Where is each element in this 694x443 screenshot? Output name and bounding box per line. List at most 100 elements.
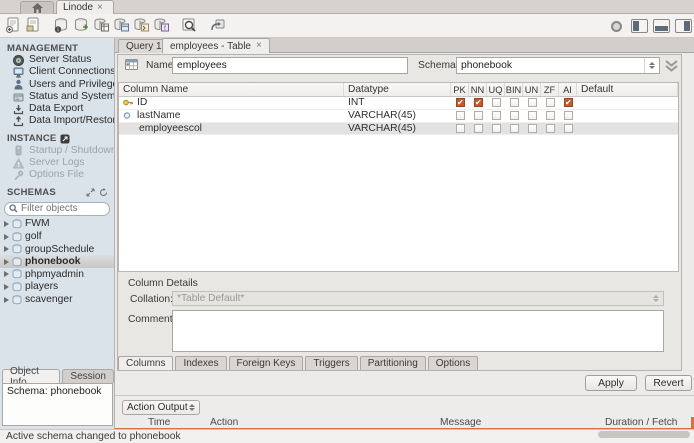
expander-icon[interactable] <box>4 271 9 278</box>
tab-session[interactable]: Session <box>62 369 114 383</box>
expander-icon[interactable] <box>4 220 9 227</box>
reconnect-database-icon[interactable] <box>208 16 227 35</box>
col-header-nn[interactable]: NN <box>469 83 487 96</box>
col-header-column-name[interactable]: Column Name <box>119 83 344 96</box>
open-sql-script-icon[interactable] <box>24 16 43 35</box>
table-row-lastname[interactable]: lastName VARCHAR(45) <box>119 110 678 123</box>
pk-checkbox[interactable] <box>455 123 465 133</box>
tab-foreign-keys[interactable]: Foreign Keys <box>228 356 304 370</box>
table-row-employeescol[interactable]: employeescol VARCHAR(45) <box>119 122 678 136</box>
schema-item-players[interactable]: players <box>0 281 114 294</box>
col-header-ai[interactable]: AI <box>559 83 577 96</box>
server-logs-icon <box>13 157 24 169</box>
bin-checkbox[interactable] <box>509 98 519 108</box>
tab-partitioning[interactable]: Partitioning <box>359 356 426 370</box>
create-function-icon[interactable]: f <box>152 16 171 35</box>
collapse-header-chevron-icon[interactable] <box>663 59 680 74</box>
collation-select[interactable]: *Table Default* <box>172 291 664 306</box>
bin-checkbox[interactable] <box>509 111 519 121</box>
expand-schemas-icon[interactable] <box>86 188 95 197</box>
refresh-schemas-icon[interactable] <box>99 188 108 197</box>
tab-object-info[interactable]: Object Info <box>2 366 61 388</box>
zf-checkbox[interactable] <box>545 123 555 133</box>
schema-item-groupschedule[interactable]: groupSchedule <box>0 243 114 256</box>
col-header-default[interactable]: Default <box>577 83 678 96</box>
tab-employees-table[interactable]: employees - Table × <box>162 38 270 53</box>
table-row-id[interactable]: ID INT <box>119 97 678 110</box>
un-checkbox[interactable] <box>527 98 537 108</box>
un-checkbox[interactable] <box>527 123 537 133</box>
comment-textarea[interactable] <box>172 310 664 352</box>
pk-checkbox[interactable] <box>455 98 465 108</box>
nn-checkbox[interactable] <box>473 123 483 133</box>
horizontal-scrollbar-thumb[interactable] <box>598 431 690 438</box>
sidebar-item-client-connections[interactable]: Client Connections <box>0 66 114 78</box>
zf-checkbox[interactable] <box>545 98 555 108</box>
schema-item-golf[interactable]: golf <box>0 230 114 243</box>
close-icon[interactable]: × <box>97 2 103 13</box>
sidebar-item-server-logs[interactable]: Server Logs <box>0 157 114 169</box>
expander-icon[interactable] <box>4 246 9 253</box>
col-header-duration-fetch[interactable]: Duration / Fetch <box>605 418 677 428</box>
tab-triggers[interactable]: Triggers <box>305 356 358 370</box>
un-checkbox[interactable] <box>527 111 537 121</box>
table-name-input[interactable] <box>172 57 408 74</box>
toggle-left-sidebar-button[interactable] <box>631 19 648 33</box>
tab-indexes[interactable]: Indexes <box>175 356 227 370</box>
col-header-time[interactable]: Time <box>148 418 170 428</box>
tab-columns[interactable]: Columns <box>118 356 174 370</box>
uq-checkbox[interactable] <box>491 123 501 133</box>
uq-checkbox[interactable] <box>491 98 501 108</box>
create-schema-icon[interactable] <box>72 16 91 35</box>
create-table-icon[interactable] <box>92 16 111 35</box>
new-sql-tab-icon[interactable] <box>4 16 23 35</box>
ai-checkbox[interactable] <box>563 123 573 133</box>
zf-checkbox[interactable] <box>545 111 555 121</box>
col-header-uq[interactable]: UQ <box>487 83 505 96</box>
schema-item-scavenger[interactable]: scavenger <box>0 293 114 306</box>
sidebar-item-startup-shutdown[interactable]: Startup / Shutdown <box>0 145 114 157</box>
col-header-action[interactable]: Action <box>210 418 238 428</box>
close-icon[interactable]: × <box>256 41 262 51</box>
home-tab[interactable] <box>20 1 54 14</box>
sidebar-item-status-system-variables[interactable]: Status and System Variables <box>0 91 114 103</box>
inspect-database-icon[interactable]: i <box>52 16 71 35</box>
pk-checkbox[interactable] <box>455 111 465 121</box>
schema-select[interactable]: phonebook <box>456 57 660 74</box>
col-header-datatype[interactable]: Datatype <box>344 83 451 96</box>
col-header-bin[interactable]: BIN <box>505 83 523 96</box>
output-view-select[interactable]: Action Output <box>122 400 200 415</box>
sidebar-item-data-export[interactable]: Data Export <box>0 103 114 115</box>
toggle-bottom-panel-button[interactable] <box>653 19 670 33</box>
ai-checkbox[interactable] <box>563 111 573 121</box>
search-data-icon[interactable] <box>180 16 199 35</box>
sidebar-item-options-file[interactable]: Options File <box>0 169 114 181</box>
col-header-message[interactable]: Message <box>440 418 481 428</box>
revert-button[interactable]: Revert <box>645 375 692 391</box>
ai-checkbox[interactable] <box>563 98 573 108</box>
expander-icon[interactable] <box>4 296 9 303</box>
expander-icon[interactable] <box>4 258 9 265</box>
create-view-icon[interactable] <box>112 16 131 35</box>
toggle-right-sidebar-button[interactable] <box>675 19 692 33</box>
nn-checkbox[interactable] <box>473 111 483 121</box>
schema-filter-input[interactable] <box>21 203 105 215</box>
uq-checkbox[interactable] <box>491 111 501 121</box>
connection-tab[interactable]: Linode × <box>56 0 114 14</box>
col-header-un[interactable]: UN <box>523 83 541 96</box>
col-header-pk[interactable]: PK <box>451 83 469 96</box>
expander-icon[interactable] <box>4 283 9 290</box>
col-header-zf[interactable]: ZF <box>541 83 559 96</box>
sidebar-item-users-privileges[interactable]: Users and Privileges <box>0 79 114 91</box>
schema-item-phpmyadmin[interactable]: phpmyadmin <box>0 268 114 281</box>
create-procedure-icon[interactable] <box>132 16 151 35</box>
apply-button[interactable]: Apply <box>585 375 637 391</box>
sidebar-item-server-status[interactable]: Server Status <box>0 54 114 66</box>
schema-item-fwm[interactable]: FWM <box>0 218 114 231</box>
nn-checkbox[interactable] <box>473 98 483 108</box>
bin-checkbox[interactable] <box>509 123 519 133</box>
expander-icon[interactable] <box>4 233 9 240</box>
schema-item-phonebook[interactable]: phonebook <box>0 255 114 269</box>
tab-options[interactable]: Options <box>427 356 479 370</box>
sidebar-item-data-import[interactable]: Data Import/Restore <box>0 115 114 127</box>
